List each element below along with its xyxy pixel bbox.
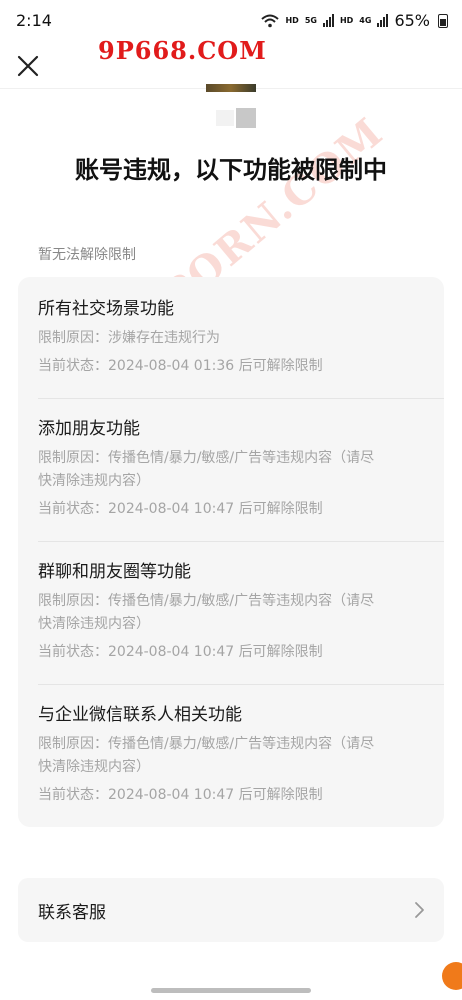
restriction-reason: 限制原因：传播色情/暴力/敏感/广告等违规内容（请尽 快清除违规内容） [38, 447, 424, 493]
contact-support-button[interactable]: 联系客服 [18, 878, 444, 942]
restriction-item-group-moments: 群聊和朋友圈等功能 限制原因：传播色情/暴力/敏感/广告等违规内容（请尽 快清除… [38, 560, 424, 664]
restrictions-card: 所有社交场景功能 限制原因：涉嫌存在违规行为 当前状态：2024-08-04 0… [18, 277, 444, 827]
status-time: 2:14 [16, 11, 52, 30]
page-title: 账号违规，以下功能被限制中 [75, 156, 387, 184]
restriction-reason: 限制原因：传播色情/暴力/敏感/广告等违规内容（请尽 快清除违规内容） [38, 733, 424, 779]
section-label: 暂无法解除限制 [38, 247, 136, 263]
restriction-reason: 限制原因：传播色情/暴力/敏感/广告等违规内容（请尽 快清除违规内容） [38, 590, 424, 636]
restriction-reason-line: 快清除违规内容） [38, 759, 150, 775]
avatar [206, 84, 256, 92]
network-label-2: 4G [359, 16, 372, 25]
hd-label-1: HD [285, 16, 299, 25]
restriction-status: 当前状态：2024-08-04 10:47 后可解除限制 [38, 787, 323, 803]
battery-percent: 65% [394, 11, 430, 30]
avatar-placeholder [236, 108, 256, 128]
restriction-reason-line: 快清除违规内容） [38, 473, 150, 489]
close-icon[interactable] [12, 50, 44, 82]
hd-label-2: HD [339, 16, 354, 25]
restriction-title: 与企业微信联系人相关功能 [38, 705, 242, 725]
network-label-1: 5G [304, 16, 317, 25]
restriction-title: 添加朋友功能 [38, 419, 140, 439]
restriction-reason-line: 限制原因：传播色情/暴力/敏感/广告等违规内容（请尽 [38, 593, 375, 609]
restriction-item-wecom: 与企业微信联系人相关功能 限制原因：传播色情/暴力/敏感/广告等违规内容（请尽 … [38, 703, 424, 807]
floating-badge-icon[interactable] [442, 962, 462, 990]
restriction-reason-line: 快清除违规内容） [38, 616, 150, 632]
home-indicator[interactable] [151, 988, 311, 993]
divider [38, 541, 444, 542]
divider [38, 684, 444, 685]
watermark-top: 9P668.COM [98, 36, 267, 65]
battery-icon [438, 13, 448, 28]
restriction-status: 当前状态：2024-08-04 10:47 后可解除限制 [38, 644, 323, 660]
contact-support-label: 联系客服 [38, 903, 106, 923]
restriction-status: 当前状态：2024-08-04 10:47 后可解除限制 [38, 501, 323, 517]
avatar-placeholder-light [216, 110, 234, 126]
restriction-reason-line: 限制原因：传播色情/暴力/敏感/广告等违规内容（请尽 [38, 736, 375, 752]
restriction-status: 当前状态：2024-08-04 01:36 后可解除限制 [38, 358, 323, 374]
chevron-right-icon [415, 902, 424, 918]
wifi-icon [261, 14, 280, 27]
divider [38, 398, 444, 399]
restriction-item-social: 所有社交场景功能 限制原因：涉嫌存在违规行为 当前状态：2024-08-04 0… [38, 297, 424, 378]
status-indicators: HD 5G HD 4G 65% [261, 11, 448, 30]
restriction-reason: 限制原因：涉嫌存在违规行为 [38, 330, 220, 346]
signal-icon-2 [377, 14, 389, 27]
restriction-reason-line: 限制原因：传播色情/暴力/敏感/广告等违规内容（请尽 [38, 450, 375, 466]
restriction-item-add-friend: 添加朋友功能 限制原因：传播色情/暴力/敏感/广告等违规内容（请尽 快清除违规内… [38, 417, 424, 521]
signal-icon [322, 14, 334, 27]
restriction-title: 群聊和朋友圈等功能 [38, 562, 191, 582]
restriction-title: 所有社交场景功能 [38, 299, 174, 319]
